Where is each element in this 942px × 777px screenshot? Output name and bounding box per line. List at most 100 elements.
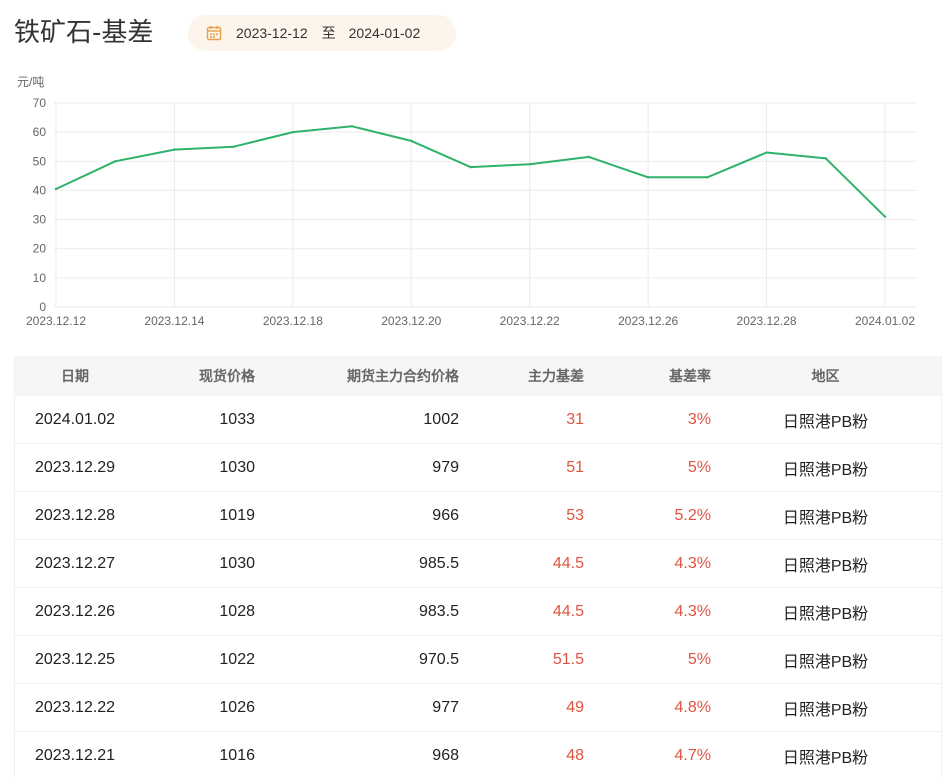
data-point	[883, 215, 887, 218]
table-row: 2023.12.21 1016 968 48 4.7% 日照港PB粉	[15, 732, 941, 777]
cell-region: 日照港PB粉	[782, 701, 869, 719]
cell-futures-price: 970.5	[418, 650, 459, 668]
cell-spot-price: 1033	[219, 410, 255, 428]
table-row: 2023.12.27 1030 985.5 44.5 4.3% 日照港PB粉	[15, 540, 941, 588]
cell-basis: 51	[566, 458, 584, 476]
cell-spot-price: 1030	[219, 458, 255, 476]
cell-basis: 53	[566, 506, 584, 524]
cell-basis: 51.5	[552, 650, 584, 668]
cell-date: 2023.12.22	[35, 698, 116, 716]
x-tick-label: 2023.12.28	[737, 314, 797, 328]
y-axis-unit-label: 元/吨	[17, 75, 44, 89]
cell-futures-price: 966	[432, 506, 459, 524]
table-row: 2023.12.22 1026 977 49 4.8% 日照港PB粉	[15, 684, 941, 732]
x-tick-label: 2023.12.26	[618, 314, 678, 328]
table-header: 日期 现货价格 期货主力合约价格 主力基差 基差率 地区	[15, 356, 941, 396]
cell-basis-rate: 3%	[687, 410, 711, 428]
y-tick-label: 20	[33, 242, 47, 256]
data-point	[350, 125, 354, 128]
cell-region: 日照港PB粉	[782, 461, 869, 479]
header-spot-price: 现货价格	[199, 368, 255, 384]
date-start-input[interactable]: 2023-12-12	[236, 25, 308, 41]
y-tick-label: 30	[33, 213, 47, 227]
header-region: 地区	[811, 368, 840, 384]
cell-basis-rate: 5%	[687, 650, 711, 668]
cell-spot-price: 1022	[219, 650, 255, 668]
cell-spot-price: 1016	[219, 746, 255, 764]
cell-region: 日照港PB粉	[782, 509, 869, 527]
data-point	[114, 160, 117, 163]
date-end-input[interactable]: 2024-01-02	[349, 25, 421, 41]
data-point	[54, 187, 58, 191]
x-tick-label: 2023.12.14	[144, 314, 204, 328]
cell-region: 日照港PB粉	[782, 653, 869, 671]
cell-region: 日照港PB粉	[782, 749, 869, 767]
cell-date: 2023.12.26	[35, 602, 116, 620]
cell-futures-price: 977	[432, 698, 459, 716]
x-tick-label: 2023.12.12	[26, 314, 86, 328]
cell-region: 日照港PB粉	[782, 605, 869, 623]
x-tick-label: 2023.12.22	[500, 314, 560, 328]
header-date: 日期	[61, 368, 89, 384]
cell-spot-price: 1030	[219, 554, 255, 572]
cell-basis-rate: 5%	[687, 458, 711, 476]
cell-basis: 44.5	[552, 602, 584, 620]
date-range-picker[interactable]: 2023-12-12 至 2024-01-02	[188, 15, 456, 51]
data-point	[291, 130, 295, 134]
cell-basis-rate: 4.7%	[674, 746, 711, 764]
header-basis-rate: 基差率	[669, 368, 711, 384]
data-point	[469, 165, 472, 169]
data-point	[173, 148, 176, 151]
cell-basis: 48	[566, 746, 584, 764]
data-point	[410, 139, 413, 143]
table-row: 2024.01.02 1033 1002 31 3% 日照港PB粉	[15, 396, 941, 444]
cell-futures-price: 979	[432, 458, 459, 476]
cell-basis: 44.5	[552, 554, 584, 572]
data-point	[765, 151, 768, 154]
cell-spot-price: 1019	[219, 506, 255, 524]
cell-basis-rate: 4.3%	[674, 554, 711, 572]
page-title: 铁矿石-基差	[14, 18, 154, 48]
cell-futures-price: 968	[432, 746, 459, 764]
date-separator: 至	[321, 25, 336, 41]
data-point	[232, 145, 235, 148]
cell-basis-rate: 4.3%	[674, 602, 711, 620]
cell-date: 2023.12.28	[35, 506, 116, 524]
x-tick-label: 2023.12.20	[381, 314, 441, 328]
cell-basis: 31	[566, 410, 584, 428]
cell-date: 2024.01.02	[35, 410, 116, 428]
cell-spot-price: 1026	[219, 698, 255, 716]
data-point	[824, 157, 827, 160]
cell-region: 日照港PB粉	[782, 413, 869, 431]
data-point	[646, 176, 650, 179]
cell-region: 日照港PB粉	[782, 557, 869, 575]
table-row: 2023.12.26 1028 983.5 44.5 4.3% 日照港PB粉	[15, 588, 941, 636]
x-tick-label: 2023.12.18	[263, 314, 323, 328]
y-tick-label: 0	[39, 300, 46, 314]
y-tick-label: 10	[33, 271, 47, 285]
cell-basis-rate: 4.8%	[674, 698, 711, 716]
cell-date: 2023.12.21	[35, 746, 116, 764]
cell-spot-price: 1028	[219, 602, 255, 620]
cell-basis: 49	[566, 698, 584, 716]
calendar-icon	[206, 25, 222, 41]
y-tick-label: 40	[33, 183, 47, 197]
table-row: 2023.12.28 1019 966 53 5.2% 日照港PB粉	[15, 492, 941, 540]
cell-futures-price: 1002	[423, 410, 459, 428]
basis-line-chart: 元/吨 0 10 20 30 40 50 60 70 2023.12.12 2023.12.14 20…	[0, 66, 942, 336]
cell-futures-price: 983.5	[418, 602, 459, 620]
data-point	[706, 176, 709, 179]
basis-table: 日期 现货价格 期货主力合约价格 主力基差 基差率 地区 2024.01.02 1…	[14, 356, 942, 777]
cell-futures-price: 985.5	[418, 554, 459, 572]
data-point	[587, 155, 591, 159]
x-tick-label: 2024.01.02	[855, 314, 915, 328]
cell-basis-rate: 5.2%	[674, 506, 711, 524]
cell-date: 2023.12.25	[35, 650, 116, 668]
table-body: 2024.01.02 1033 1002 31 3% 日照港PB粉 2023.12.29 10…	[15, 396, 941, 777]
data-point	[528, 163, 531, 166]
y-tick-label: 50	[33, 154, 47, 168]
y-tick-label: 60	[33, 125, 47, 139]
table-row: 2023.12.25 1022 970.5 51.5 5% 日照港PB粉	[15, 636, 941, 684]
header-basis: 主力基差	[528, 368, 584, 384]
y-tick-label: 70	[33, 96, 47, 110]
